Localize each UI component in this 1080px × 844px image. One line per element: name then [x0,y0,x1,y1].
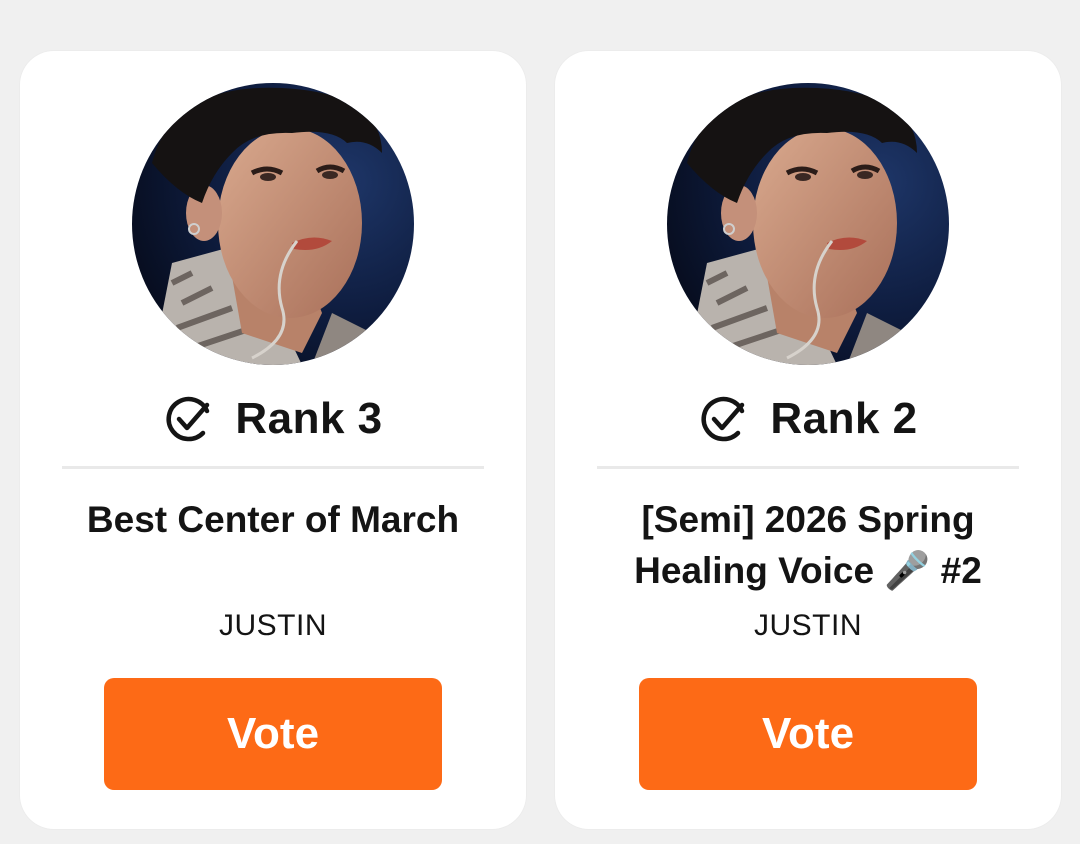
check-circle-icon [163,393,215,445]
rank-label: Rank 2 [770,394,918,443]
rank-row: Rank 2 [555,388,1061,450]
avatar [132,83,414,365]
rank-label: Rank 3 [235,394,383,443]
vote-card: Rank 2 [Semi] 2026 Spring Healing Voice … [555,51,1061,829]
vote-button[interactable]: Vote [104,678,442,790]
artist-name: JUSTIN [219,609,327,642]
divider [62,466,484,469]
artist-name: JUSTIN [754,609,862,642]
avatar [667,83,949,365]
poll-title: [Semi] 2026 Spring Healing Voice 🎤 #2 [634,499,982,591]
poll-title: Best Center of March [86,499,460,540]
vote-button[interactable]: Vote [639,678,977,790]
check-circle-icon [698,393,750,445]
rank-row: Rank 3 [20,388,526,450]
divider [597,466,1019,469]
vote-card: Rank 3 Best Center of March JUSTIN Vote [20,51,526,829]
